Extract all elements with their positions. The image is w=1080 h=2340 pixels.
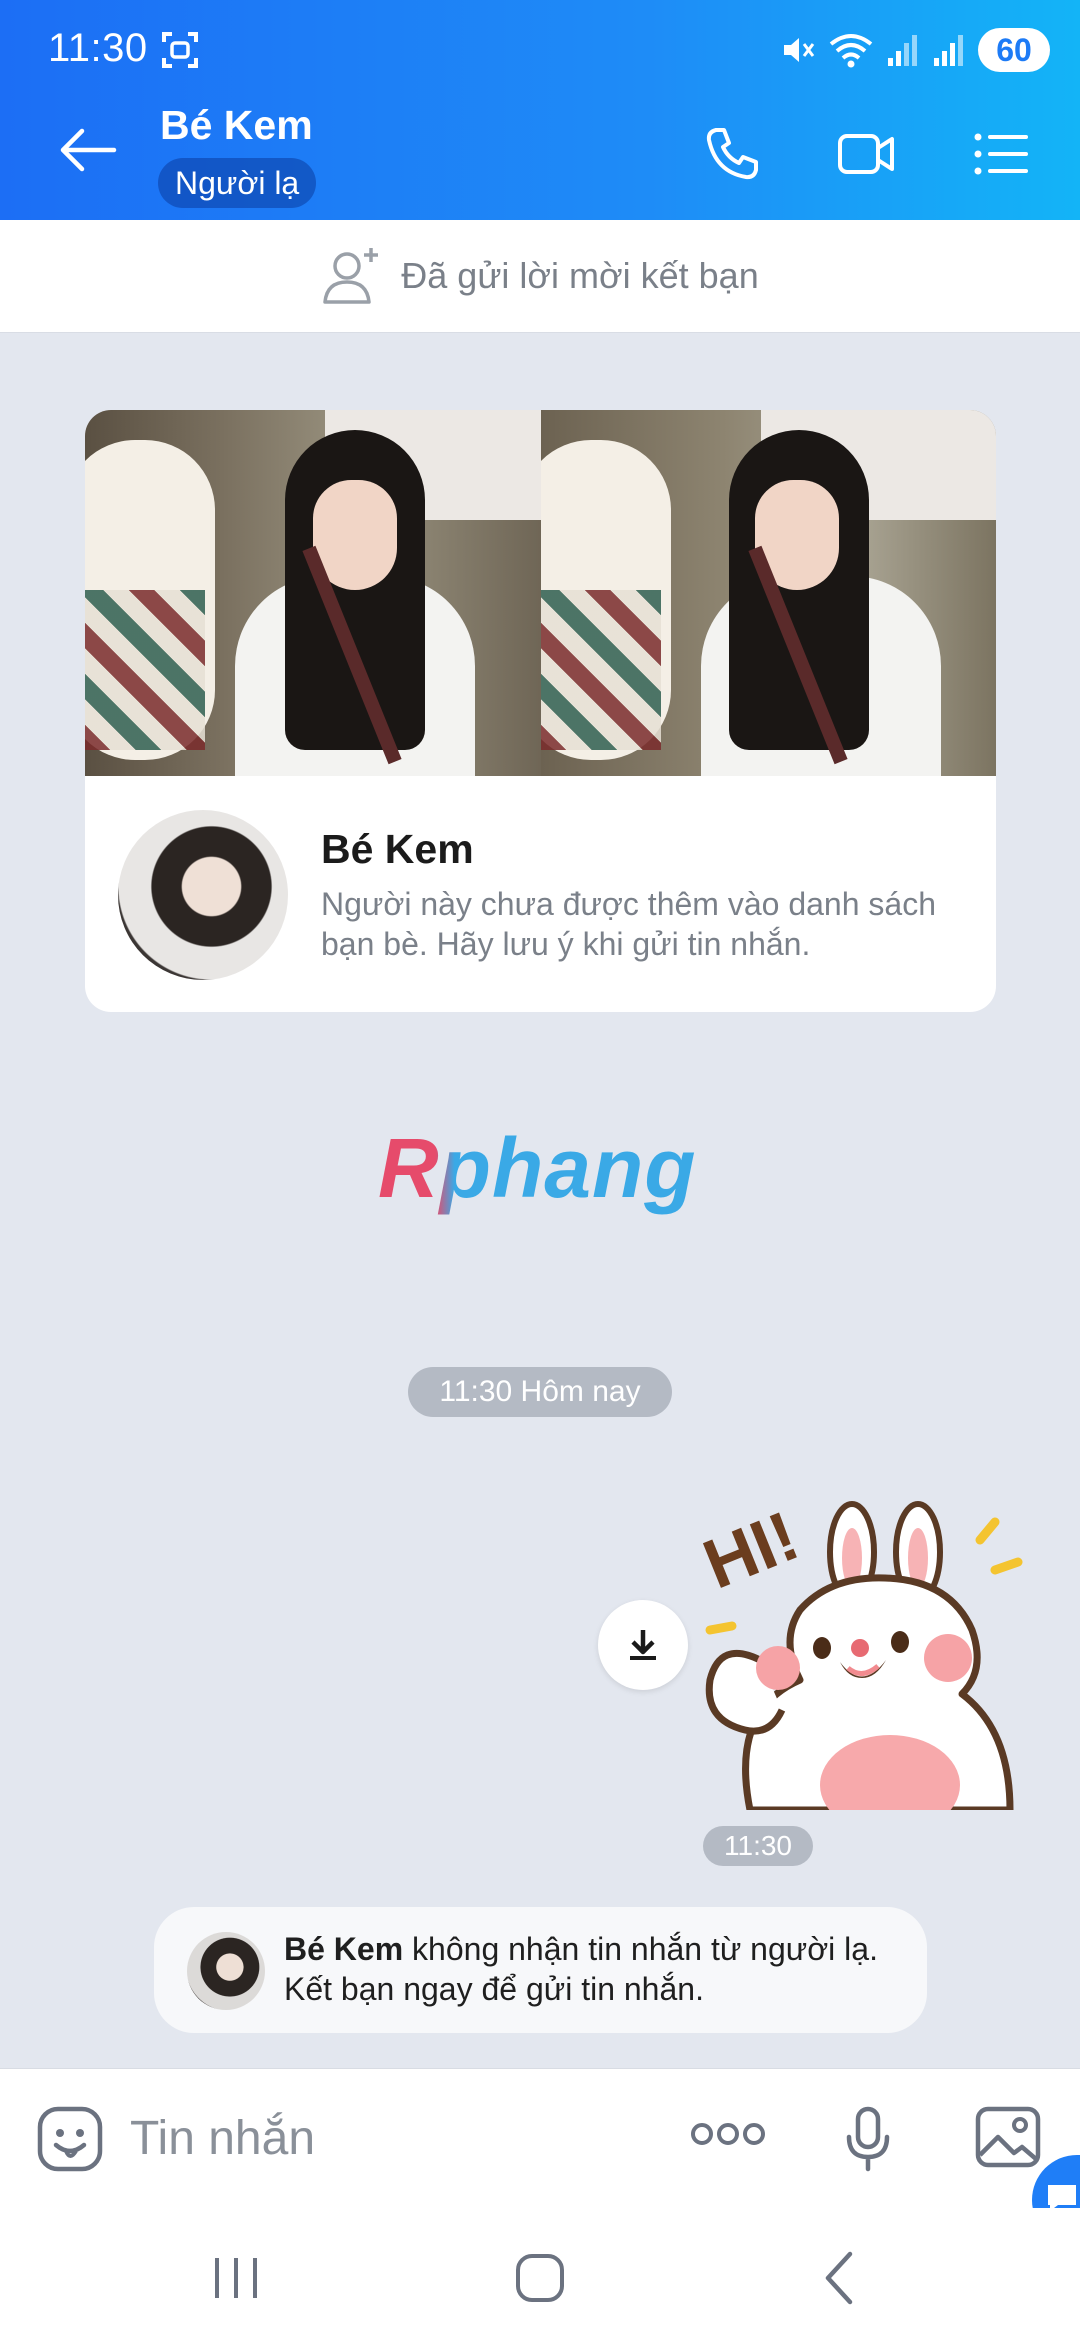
battery-indicator: 60 xyxy=(978,28,1050,72)
app-header: 11:30 60 Bé Kem Người lạ xyxy=(0,0,1080,220)
contact-name[interactable]: Bé Kem xyxy=(160,102,313,149)
signal-icon xyxy=(888,35,917,66)
phone-icon[interactable] xyxy=(702,124,762,184)
image-icon[interactable] xyxy=(974,2105,1042,2169)
back-arrow-icon[interactable] xyxy=(56,118,120,182)
mute-icon xyxy=(784,38,815,62)
signal-icon xyxy=(934,35,963,66)
profile-note: Người này chưa được thêm vào danh sách b… xyxy=(321,886,936,962)
recent-apps-icon[interactable] xyxy=(206,2248,266,2308)
profile-card[interactable]: Bé Kem Người này chưa được thêm vào danh… xyxy=(85,410,996,1012)
friend-request-text: Đã gửi lời mời kết bạn xyxy=(401,255,759,296)
system-message-text: Bé Kem không nhận tin nhắn từ người lạ. … xyxy=(284,1929,914,2009)
profile-avatar[interactable] xyxy=(118,810,288,980)
friend-request-status[interactable]: Đã gửi lời mời kết bạn xyxy=(0,220,1080,333)
message-input-bar: Tin nhắn xyxy=(0,2068,1080,2208)
avatar xyxy=(187,1932,265,2010)
navigation-bar xyxy=(0,2208,1080,2340)
microphone-icon[interactable] xyxy=(844,2105,892,2175)
wifi-icon xyxy=(829,34,873,68)
system-message-name: Bé Kem xyxy=(284,1931,404,1967)
status-icons: 60 xyxy=(780,28,1050,72)
more-icon[interactable] xyxy=(690,2119,766,2149)
cover-photo-right xyxy=(540,410,996,776)
emoji-icon[interactable] xyxy=(36,2105,104,2173)
day-divider: 11:30 Hôm nay xyxy=(408,1367,672,1417)
download-icon xyxy=(630,1630,656,1660)
message-input[interactable]: Tin nhắn xyxy=(130,2111,315,2166)
watermark-logo: Rphang xyxy=(378,1121,697,1215)
home-icon[interactable] xyxy=(510,2248,570,2308)
menu-list-icon[interactable] xyxy=(972,124,1032,184)
message-time: 11:30 xyxy=(703,1826,813,1866)
video-call-icon[interactable] xyxy=(836,124,896,184)
bunny-hi-sticker[interactable]: HI! xyxy=(690,1480,1050,1810)
stranger-badge: Người lạ xyxy=(158,158,317,208)
add-friend-icon xyxy=(323,248,379,304)
status-time: 11:30 xyxy=(48,26,148,70)
system-message[interactable]: Bé Kem không nhận tin nhắn từ người lạ. … xyxy=(154,1907,927,2033)
sticker-text: HI! xyxy=(693,1496,809,1603)
download-button[interactable] xyxy=(598,1600,688,1690)
screenshot-icon xyxy=(162,32,198,68)
cover-photo-left xyxy=(85,410,541,776)
cover-photo xyxy=(85,410,996,776)
profile-name: Bé Kem xyxy=(321,826,474,872)
back-nav-icon[interactable] xyxy=(812,2248,872,2308)
